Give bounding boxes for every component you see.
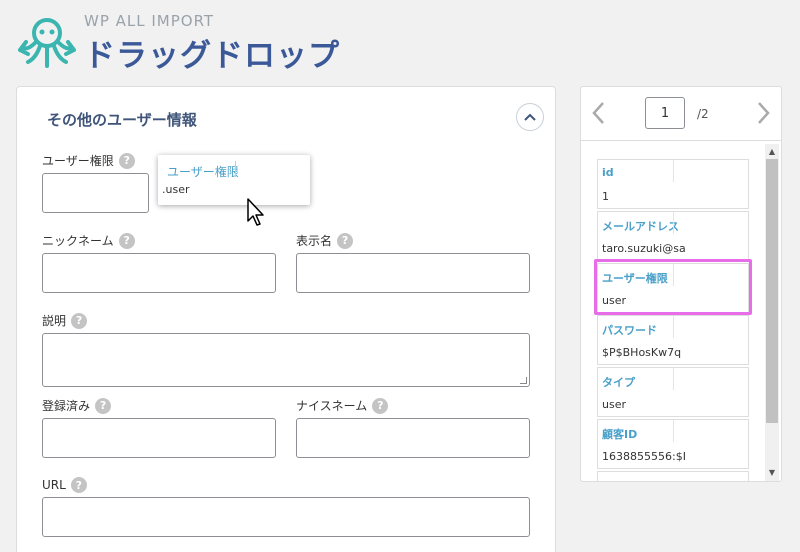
record-field-key: パスワード (602, 324, 657, 337)
page-total: /2 (697, 107, 709, 121)
help-icon[interactable]: ? (95, 397, 112, 414)
record-field[interactable] (597, 471, 749, 481)
user-role-label: ユーザー権限? (42, 152, 135, 169)
description-textarea[interactable] (42, 333, 530, 387)
record-panel: 1 /2 id 1 メールアドレス taro.suzuki@sa ユーザー権限 … (580, 86, 782, 482)
scroll-up-icon[interactable]: ▲ (766, 146, 778, 158)
record-field-key: 顧客ID (602, 428, 638, 441)
field-divider (673, 368, 674, 390)
help-icon[interactable]: ? (337, 232, 354, 249)
record-field-value: user (602, 294, 626, 307)
record-field-value: 1 (602, 190, 609, 203)
chip-divider (235, 161, 236, 177)
field-divider (673, 316, 674, 338)
field-divider (673, 420, 674, 442)
octopus-logo-icon (18, 18, 76, 68)
brand-title: ドラッグドロップ (84, 38, 340, 74)
field-divider (673, 264, 674, 286)
registered-label: 登録済み? (42, 397, 112, 414)
record-field[interactable]: ユーザー権限 user (597, 263, 749, 313)
nickname-input[interactable] (42, 253, 276, 293)
user-role-input[interactable] (42, 173, 149, 213)
nickname-label: ニックネーム? (42, 232, 135, 249)
display-name-input[interactable] (296, 253, 530, 293)
chevron-left-icon[interactable] (591, 101, 605, 125)
record-field-value: taro.suzuki@sa (602, 242, 686, 255)
nicename-input[interactable] (296, 418, 530, 458)
record-field-value: 1638855556:$I (602, 450, 686, 463)
record-field[interactable]: パスワード $P$BHosKw7q (597, 315, 749, 365)
display-name-label: 表示名? (296, 232, 354, 249)
mouse-cursor-icon (247, 198, 264, 226)
chevron-up-icon (524, 113, 536, 121)
chip-key: ユーザー権限 (167, 165, 239, 179)
chip-value: .user (162, 183, 190, 196)
help-icon[interactable]: ? (118, 152, 135, 169)
page-number-input[interactable]: 1 (645, 97, 685, 129)
record-field-key: id (602, 166, 614, 179)
record-field[interactable]: 顧客ID 1638855556:$I (597, 419, 749, 469)
help-icon[interactable]: ? (71, 312, 88, 329)
field-divider (673, 212, 674, 234)
brand-tagline: WP ALL IMPORT (84, 12, 215, 30)
record-navigation: 1 /2 (581, 87, 781, 141)
registered-input[interactable] (42, 418, 276, 458)
help-icon[interactable]: ? (118, 232, 135, 249)
help-icon[interactable]: ? (70, 477, 87, 493)
scroll-down-icon[interactable]: ▼ (766, 467, 778, 479)
nicename-label: ナイスネーム? (296, 397, 389, 414)
dragged-field-chip[interactable]: ユーザー権限 .user (158, 155, 310, 205)
record-field[interactable]: id 1 (597, 159, 749, 209)
field-divider (673, 160, 674, 182)
record-field-key: ユーザー権限 (602, 272, 668, 285)
scrollbar-thumb[interactable] (766, 159, 778, 423)
url-label: URL? (42, 477, 87, 493)
record-field-key: タイプ (602, 376, 635, 389)
record-field[interactable]: タイプ user (597, 367, 749, 417)
help-icon[interactable]: ? (372, 397, 389, 414)
record-field[interactable]: メールアドレス taro.suzuki@sa (597, 211, 749, 261)
record-field-value: user (602, 398, 626, 411)
description-label: 説明? (42, 312, 88, 329)
resize-handle[interactable] (520, 377, 527, 384)
url-input[interactable] (42, 497, 530, 537)
section-title: その他のユーザー情報 (47, 111, 197, 129)
record-field-value: $P$BHosKw7q (602, 346, 682, 359)
chevron-right-icon[interactable] (757, 101, 771, 125)
collapse-button[interactable] (516, 103, 544, 131)
record-field-key: メールアドレス (602, 220, 679, 233)
